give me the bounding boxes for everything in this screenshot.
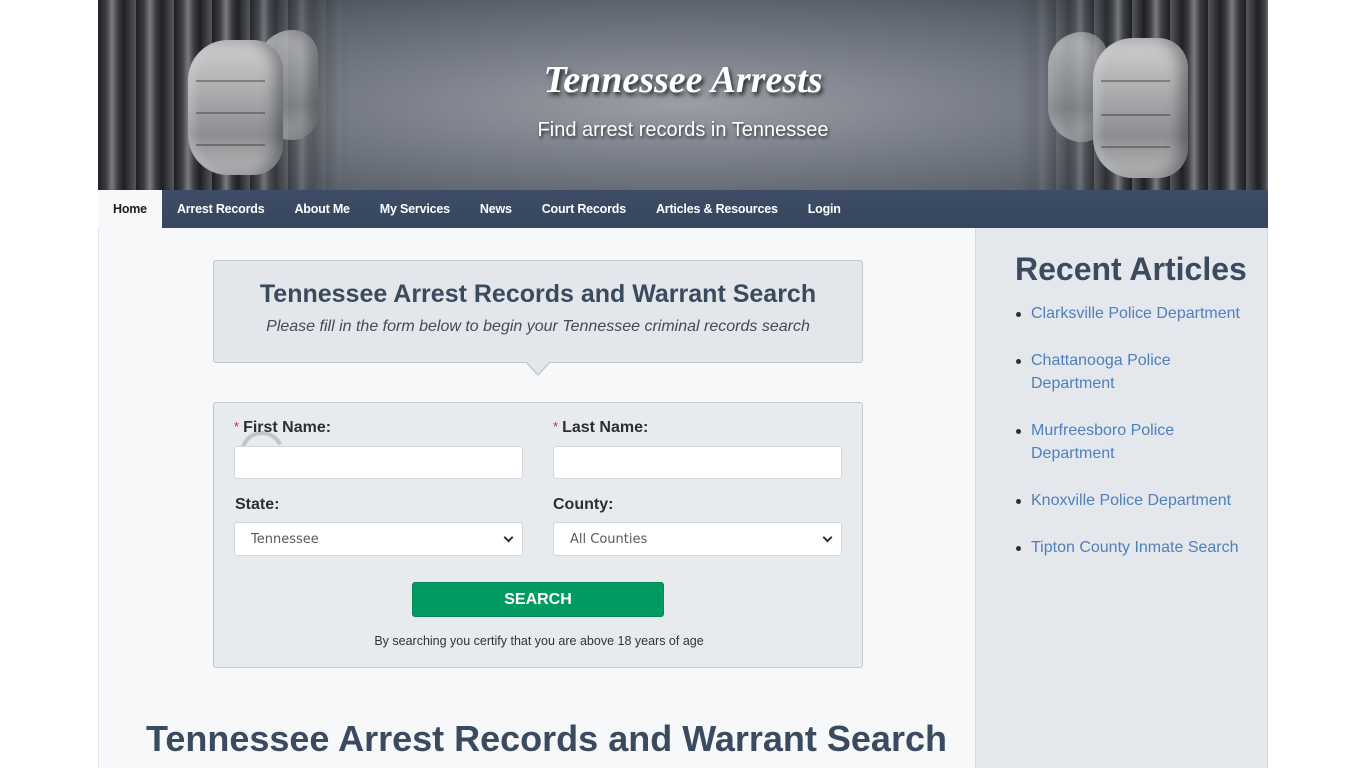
search-intro-title: Tennessee Arrest Records and Warrant Sea… [259, 280, 817, 308]
required-marker: * [553, 419, 559, 434]
article-link-knoxville[interactable]: Knoxville Police Department [1031, 492, 1231, 509]
article-link-chattanooga[interactable]: Chattanooga Police Department [1031, 352, 1171, 392]
search-form: * First Name: * Last Name: State: Tennesse… [213, 402, 863, 668]
main-content: Tennessee Arrest Records and Warrant Sea… [98, 228, 975, 768]
recent-articles-list: Clarksville Police Department Chattanoog… [1015, 302, 1255, 583]
county-select[interactable]: All Counties [553, 522, 842, 556]
county-label: County: [553, 496, 614, 513]
nav-item-news[interactable]: News [465, 190, 527, 228]
nav-item-home[interactable]: Home [98, 190, 162, 228]
last-name-input[interactable] [553, 446, 842, 479]
page: Tennessee Arrests Find arrest records in… [98, 0, 1268, 768]
sidebar: Recent Articles Clarksville Police Depar… [975, 228, 1268, 768]
state-select[interactable]: Tennessee [234, 522, 523, 556]
site-tagline: Find arrest records in Tennessee [537, 119, 829, 141]
nav-item-court-records[interactable]: Court Records [527, 190, 641, 228]
chevron-down-icon [822, 532, 833, 542]
nav-item-about-me[interactable]: About Me [279, 190, 364, 228]
list-item: Tipton County Inmate Search [1015, 536, 1255, 559]
nav-item-my-services[interactable]: My Services [365, 190, 465, 228]
main-nav: Home Arrest Records About Me My Services… [98, 190, 1268, 228]
nav-item-login[interactable]: Login [793, 190, 856, 228]
article-link-tipton-county[interactable]: Tipton County Inmate Search [1031, 539, 1239, 556]
first-name-label: * First Name: [234, 419, 332, 436]
article-link-clarksville[interactable]: Clarksville Police Department [1031, 305, 1240, 322]
list-item: Murfreesboro Police Department [1015, 419, 1255, 465]
search-intro-subtitle: Please fill in the form below to begin y… [266, 318, 810, 335]
nav-item-arrest-records[interactable]: Arrest Records [162, 190, 280, 228]
nav-item-articles-resources[interactable]: Articles & Resources [641, 190, 793, 228]
state-label: State: [235, 496, 280, 513]
required-marker: * [234, 419, 240, 434]
county-select-value: All Counties [570, 531, 648, 547]
search-intro-callout: Tennessee Arrest Records and Warrant Sea… [213, 260, 863, 363]
list-item: Knoxville Police Department [1015, 489, 1255, 512]
chevron-down-icon [503, 532, 514, 542]
recent-articles-title: Recent Articles [1015, 251, 1247, 287]
site-header-banner: Tennessee Arrests Find arrest records in… [98, 0, 1268, 190]
list-item: Chattanooga Police Department [1015, 349, 1255, 395]
last-name-label: * Last Name: [553, 419, 649, 436]
age-certification-text: By searching you certify that you are ab… [374, 634, 704, 648]
first-name-input[interactable] [234, 446, 523, 479]
state-select-value: Tennessee [251, 531, 319, 547]
site-title[interactable]: Tennessee Arrests [98, 58, 1268, 102]
search-button[interactable]: SEARCH [412, 582, 664, 617]
list-item: Clarksville Police Department [1015, 302, 1255, 325]
callout-pointer [525, 361, 551, 376]
content-heading: Tennessee Arrest Records and Warrant Sea… [146, 718, 947, 759]
article-link-murfreesboro[interactable]: Murfreesboro Police Department [1031, 422, 1174, 462]
